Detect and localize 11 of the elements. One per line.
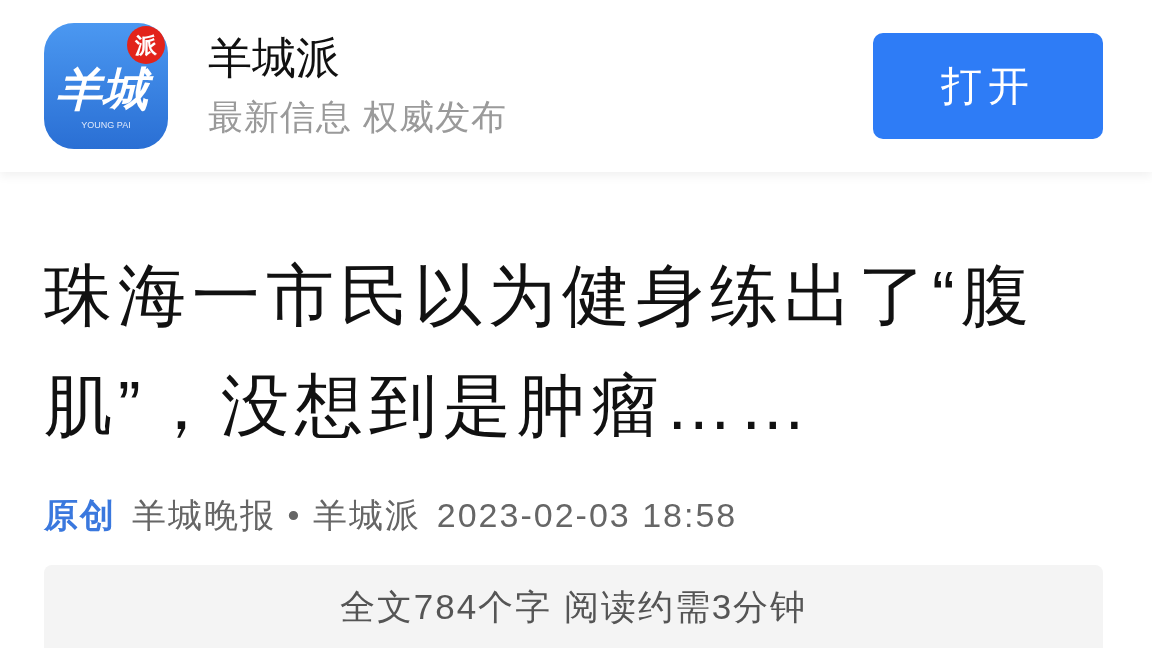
app-name: 羊城派	[208, 33, 340, 83]
reading-time-bar: 全文784个字 阅读约需3分钟	[44, 565, 1103, 648]
logo-text: 羊城	[54, 61, 156, 117]
article-source: 羊城晚报 • 羊城派	[132, 495, 421, 536]
logo-tagline: YOUNG PAI	[81, 120, 131, 131]
publish-time: 2023-02-03 18:58	[436, 495, 738, 536]
open-button[interactable]: 打开	[873, 33, 1103, 139]
app-slogan: 最新信息 权威发布	[208, 96, 507, 138]
original-tag: 原创	[44, 493, 116, 537]
article-headline: 珠海一市民以为健身练出了“腹肌”，没想到是肿瘤……	[44, 256, 1036, 445]
logo-badge: 派	[127, 26, 165, 64]
